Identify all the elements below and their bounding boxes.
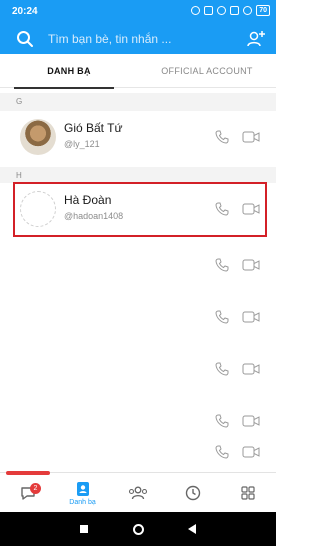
video-call-icon[interactable] [242,130,260,144]
active-tab-indicator [14,87,114,89]
sim-icon [204,6,214,15]
home-button[interactable] [118,512,158,546]
section-header-g: G [0,93,276,111]
list-item[interactable] [0,296,276,346]
clock-icon [185,485,200,501]
wifi-icon [243,6,253,15]
tab-contacts-label: DANH BẠ [47,66,91,76]
status-time: 20:24 [12,6,38,17]
back-button[interactable] [172,512,212,546]
tab-contacts[interactable]: DANH BẠ [0,54,138,89]
nav-groups[interactable] [110,473,165,513]
nav-contacts-label: Danh bạ [69,498,96,506]
nav-more[interactable] [220,473,275,513]
nav-timeline[interactable] [165,473,220,513]
system-nav [0,512,276,546]
nav-contacts[interactable]: Danh bạ [55,473,110,513]
phone-icon[interactable] [214,309,230,325]
add-friend-icon[interactable] [246,29,266,49]
back-icon [188,524,196,534]
phone-icon[interactable] [214,361,230,377]
contact-name: Gió Bất Tứ [64,121,123,135]
contacts-tabs: DANH BẠ OFFICIAL ACCOUNT [0,54,276,89]
tab-official-label: OFFICIAL ACCOUNT [161,66,253,76]
contacts-icon [76,481,89,496]
list-item[interactable] [0,244,276,294]
groups-icon [128,486,147,500]
battery-icon: 70 [256,5,270,16]
nav-messages[interactable]: 2 [0,471,55,513]
video-call-icon[interactable] [242,445,260,459]
nav-red-mark [6,471,50,475]
list-item[interactable] [0,438,276,472]
contact-row[interactable]: Gió Bất Tứ @ly_121 [0,111,276,163]
phone-icon[interactable] [214,129,230,145]
status-icons: 70 [191,5,270,16]
notification-icon [191,6,201,15]
phone-icon[interactable] [214,257,230,273]
square-icon [80,525,88,533]
video-call-icon[interactable] [242,362,260,376]
highlight-box [13,182,267,237]
circle-icon [132,523,144,535]
video-call-icon[interactable] [242,310,260,324]
grid-icon [240,486,255,500]
status-bar: 20:24 70 [0,0,276,24]
phone-icon[interactable] [214,444,230,460]
phone-icon[interactable] [214,413,230,429]
video-call-icon[interactable] [242,258,260,272]
avatar[interactable] [20,119,56,155]
video-call-icon[interactable] [242,414,260,428]
list-item[interactable] [0,348,276,398]
contact-handle: @ly_121 [64,139,100,149]
search-icon[interactable] [16,30,34,48]
recents-button[interactable] [64,512,104,546]
bottom-nav: 2 Danh bạ [0,471,276,513]
tab-official-account[interactable]: OFFICIAL ACCOUNT [138,54,276,88]
app-header [0,24,276,54]
signal-icon [230,6,240,15]
search-input[interactable] [48,29,228,49]
messages-badge: 2 [30,483,41,494]
alarm-icon [217,6,227,15]
